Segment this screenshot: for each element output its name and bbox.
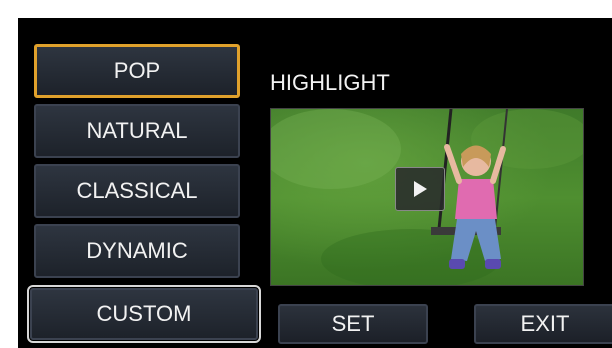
menu-item-dynamic[interactable]: DYNAMIC: [34, 224, 240, 278]
menu-item-natural[interactable]: NATURAL: [34, 104, 240, 158]
set-button[interactable]: SET: [278, 304, 428, 344]
menu-item-custom[interactable]: CUSTOM: [27, 285, 261, 343]
menu-item-label: POP: [113, 58, 161, 83]
play-button[interactable]: [395, 167, 445, 211]
menu-item-label: CLASSICAL: [76, 178, 198, 203]
exit-label: EXIT: [520, 311, 570, 336]
menu-item-label: NATURAL: [86, 118, 188, 143]
camera-screen: POP NATURAL CLASSICAL DYNAMIC CUSTOM HIG…: [18, 18, 612, 348]
bottom-bar: SET EXIT: [270, 304, 612, 344]
menu-item-classical[interactable]: CLASSICAL: [34, 164, 240, 218]
set-label: SET: [331, 311, 375, 336]
menu-item-label: DYNAMIC: [86, 238, 188, 263]
menu-item-label: CUSTOM: [96, 301, 192, 326]
menu-item-pop[interactable]: POP: [34, 44, 240, 98]
preview-title: HIGHLIGHT: [270, 70, 390, 95]
play-icon: [414, 181, 427, 197]
video-preview[interactable]: [270, 108, 584, 286]
exit-button[interactable]: EXIT: [474, 304, 612, 344]
